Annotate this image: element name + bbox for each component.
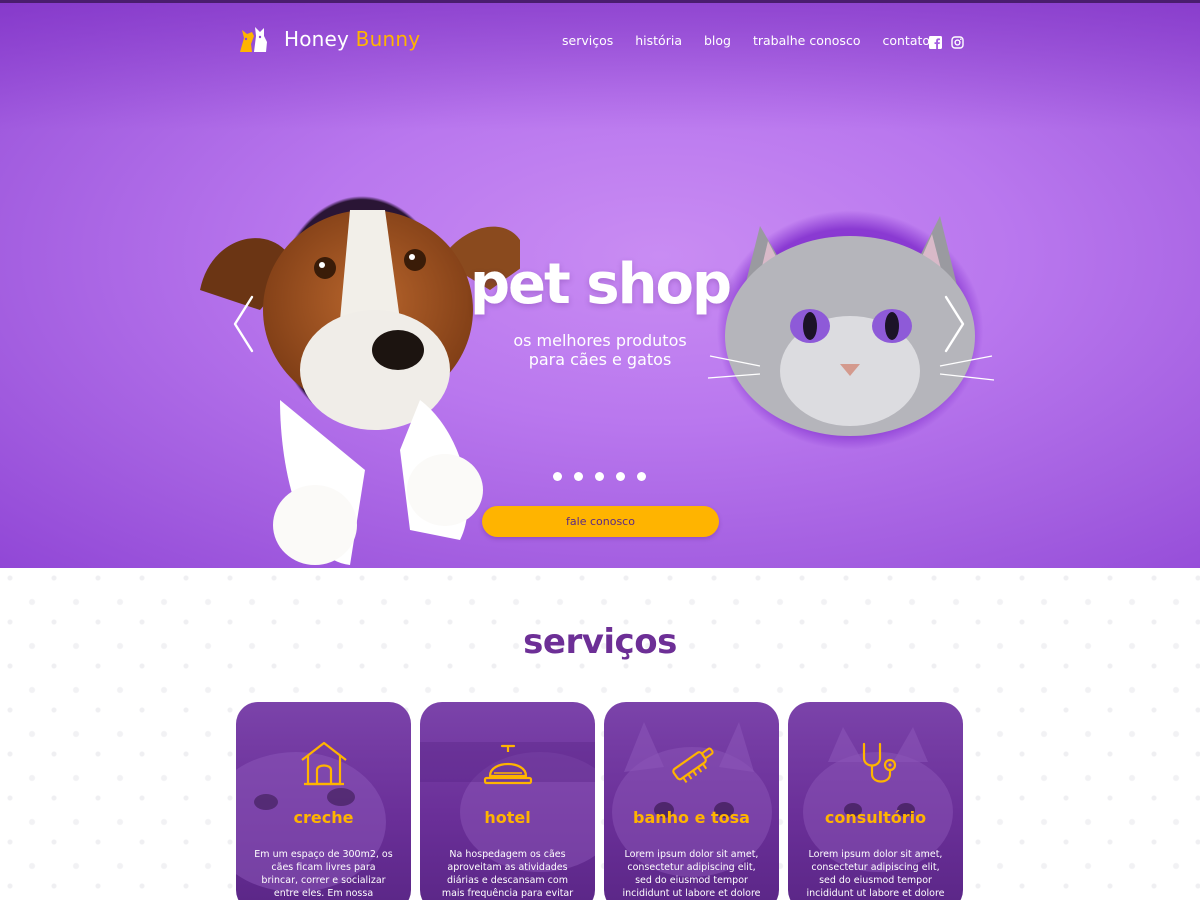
service-card-hotel[interactable]: hotel Na hospedagem os cães aproveitam a… xyxy=(420,702,595,900)
instagram-icon[interactable] xyxy=(951,34,964,49)
hero-title: pet shop xyxy=(469,252,732,317)
service-card-consultorio[interactable]: consultório Lorem ipsum dolor sit amet, … xyxy=(788,702,963,900)
service-bell-icon xyxy=(483,744,533,785)
slider-dots xyxy=(553,472,646,481)
slider-dot-1[interactable] xyxy=(553,472,562,481)
slider-prev-arrow-icon[interactable] xyxy=(232,295,254,353)
slider-next-arrow-icon[interactable] xyxy=(944,295,966,353)
slider-dot-4[interactable] xyxy=(616,472,625,481)
service-card-creche[interactable]: creche Em um espaço de 300m2, os cães fi… xyxy=(236,702,411,900)
hero-top-shade xyxy=(0,0,1200,130)
service-card-text: Lorem ipsum dolor sit amet, consectetur … xyxy=(622,849,761,899)
hero-banner: Honey Bunny serviços história blog traba… xyxy=(0,0,1200,568)
hero-subtitle-line1: os melhores produtos xyxy=(513,331,687,350)
main-nav: serviços história blog trabalhe conosco … xyxy=(562,33,930,48)
nav-item-historia[interactable]: história xyxy=(635,33,682,48)
nav-item-contato[interactable]: contato xyxy=(882,33,930,48)
contact-cta-button[interactable]: fale conosco xyxy=(482,506,719,537)
slider-dot-2[interactable] xyxy=(574,472,583,481)
facebook-icon[interactable] xyxy=(929,34,942,49)
brand-name-part1: Honey xyxy=(284,27,350,51)
service-card-text: Em um espaço de 300m2, os cães ficam liv… xyxy=(254,849,393,899)
service-card-banho-e-tosa[interactable]: banho e tosa Lorem ipsum dolor sit amet,… xyxy=(604,702,779,900)
slider-dot-5[interactable] xyxy=(637,472,646,481)
social-links xyxy=(929,34,964,49)
stethoscope-icon xyxy=(862,742,897,783)
hero-subtitle: os melhores produtos para cães e gatos xyxy=(0,331,1200,369)
service-card-title: consultório xyxy=(824,808,927,827)
dog-house-icon xyxy=(301,741,347,786)
service-card-title: hotel xyxy=(484,808,531,827)
top-border xyxy=(0,0,1200,3)
dog-cat-logo-icon xyxy=(240,27,267,52)
service-card-title: creche xyxy=(293,808,354,827)
nav-item-trabalhe-conosco[interactable]: trabalhe conosco xyxy=(753,33,860,48)
service-card-text: Lorem ipsum dolor sit amet, consectetur … xyxy=(806,849,945,899)
services-section: serviços creche Em um espaço de 300m2, o… xyxy=(0,568,1200,900)
service-card-title: banho e tosa xyxy=(633,808,750,827)
nav-item-servicos[interactable]: serviços xyxy=(562,33,613,48)
services-title: serviços xyxy=(523,622,677,662)
hero-subtitle-line2: para cães e gatos xyxy=(528,350,672,369)
brand[interactable]: Honey Bunny xyxy=(236,22,420,56)
nav-item-blog[interactable]: blog xyxy=(704,33,731,48)
slider-dot-3[interactable] xyxy=(595,472,604,481)
brand-name: Honey Bunny xyxy=(284,27,420,51)
grooming-brush-icon xyxy=(672,747,714,784)
brand-name-part2: Bunny xyxy=(355,27,421,51)
service-card-text: Na hospedagem os cães aproveitam as ativ… xyxy=(441,849,574,899)
